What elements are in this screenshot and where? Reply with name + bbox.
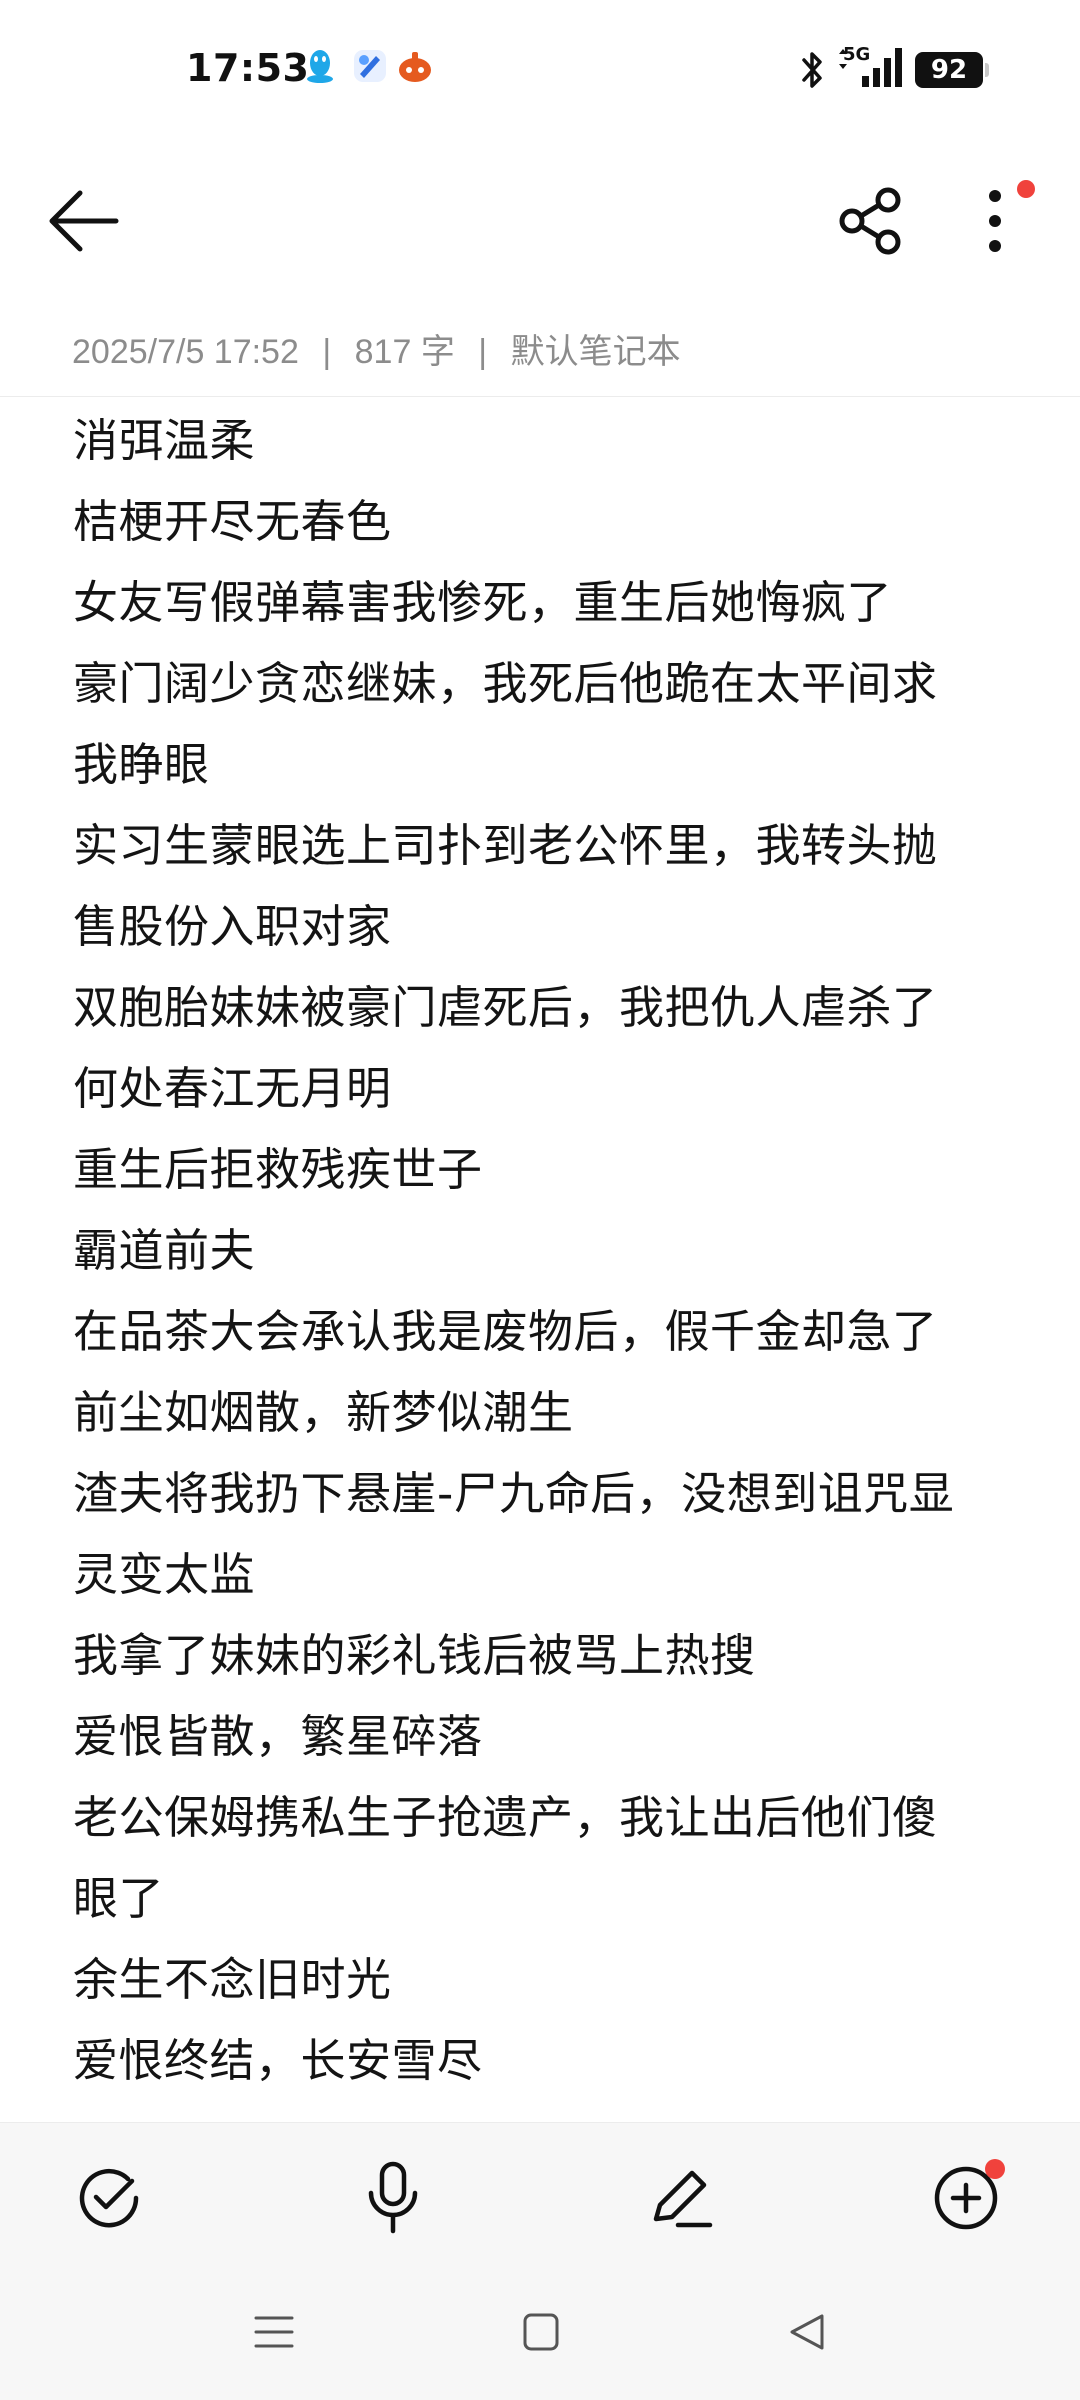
checklist-icon[interactable]: [76, 2165, 142, 2231]
more-vertical-icon[interactable]: [980, 186, 1010, 256]
signal-icon: [862, 48, 902, 87]
note-line[interactable]: 我拿了妹妹的彩礼钱后被骂上热搜: [73, 1615, 1013, 1696]
note-meta: 2025/7/5 17:52 | 817 字 | 默认笔记本: [72, 324, 681, 374]
blue-app-icon: [354, 50, 386, 82]
note-line[interactable]: 双胞胎妹妹被豪门虐死后，我把仇人虐杀了: [73, 967, 1013, 1048]
note-line[interactable]: 重生后拒救残疾世子: [73, 1129, 1013, 1210]
note-line[interactable]: 爱恨终结，长安雪尽: [73, 2020, 1013, 2101]
battery-indicator: 92: [915, 52, 983, 88]
note-line[interactable]: 前尘如烟散，新梦似潮生: [73, 1372, 1013, 1453]
note-line[interactable]: 在品茶大会承认我是废物后，假千金却急了: [73, 1291, 1013, 1372]
meta-separator: |: [322, 333, 332, 371]
microphone-icon[interactable]: [365, 2161, 421, 2235]
note-line[interactable]: 女友写假弹幕害我惨死，重生后她悔疯了: [73, 562, 1013, 643]
pen-icon[interactable]: [648, 2165, 714, 2231]
status-time: 17:53: [186, 46, 310, 90]
status-bar: 17:53 5G 92: [0, 0, 1080, 130]
back-triangle-icon[interactable]: [788, 2312, 826, 2352]
note-line[interactable]: 桔梗开尽无春色: [73, 481, 1013, 562]
more-badge: [1017, 180, 1035, 198]
note-line[interactable]: 爱恨皆散，繁星碎落: [73, 1696, 1013, 1777]
qq-penguin-icon: [307, 50, 333, 83]
note-line[interactable]: 灵变太监: [73, 1534, 1013, 1615]
app-bar: [0, 150, 1080, 290]
meta-separator: |: [478, 333, 488, 371]
battery-tip: [985, 63, 989, 77]
bluetooth-icon: [802, 52, 822, 88]
orange-app-icon: [399, 52, 431, 82]
note-line[interactable]: 眼了: [73, 1858, 1013, 1939]
note-line[interactable]: 余生不念旧时光: [73, 1939, 1013, 2020]
editor-toolbar: [0, 2122, 1080, 2273]
data-arrows-icon: [839, 49, 847, 69]
note-body[interactable]: 消弭温柔 桔梗开尽无春色 女友写假弹幕害我惨死，重生后她悔疯了 豪门阔少贪恋继妹…: [73, 400, 1013, 2120]
note-datetime: 2025/7/5 17:52: [72, 333, 299, 371]
note-line[interactable]: 何处春江无月明: [73, 1048, 1013, 1129]
share-icon[interactable]: [836, 186, 906, 256]
add-badge: [985, 2159, 1005, 2179]
note-line[interactable]: 消弭温柔: [73, 400, 1013, 481]
note-line[interactable]: 售股份入职对家: [73, 886, 1013, 967]
system-nav-bar: [0, 2272, 1080, 2400]
note-line[interactable]: 老公保姆携私生子抢遗产，我让出后他们傻: [73, 1777, 1013, 1858]
menu-icon[interactable]: [254, 2312, 294, 2352]
home-icon[interactable]: [522, 2312, 560, 2352]
note-line[interactable]: 渣夫将我扔下悬崖-尸九命后，没想到诅咒显: [73, 1453, 1013, 1534]
note-line[interactable]: 豪门阔少贪恋继妹，我死后他跪在太平间求: [73, 643, 1013, 724]
note-line[interactable]: 实习生蒙眼选上司扑到老公怀里，我转头抛: [73, 805, 1013, 886]
divider: [0, 396, 1080, 397]
note-line[interactable]: 霸道前夫: [73, 1210, 1013, 1291]
note-notebook[interactable]: 默认笔记本: [511, 333, 681, 371]
note-word-count: 817 字: [354, 333, 455, 371]
note-line[interactable]: 我睁眼: [73, 724, 1013, 805]
arrow-left-icon[interactable]: [44, 188, 124, 254]
